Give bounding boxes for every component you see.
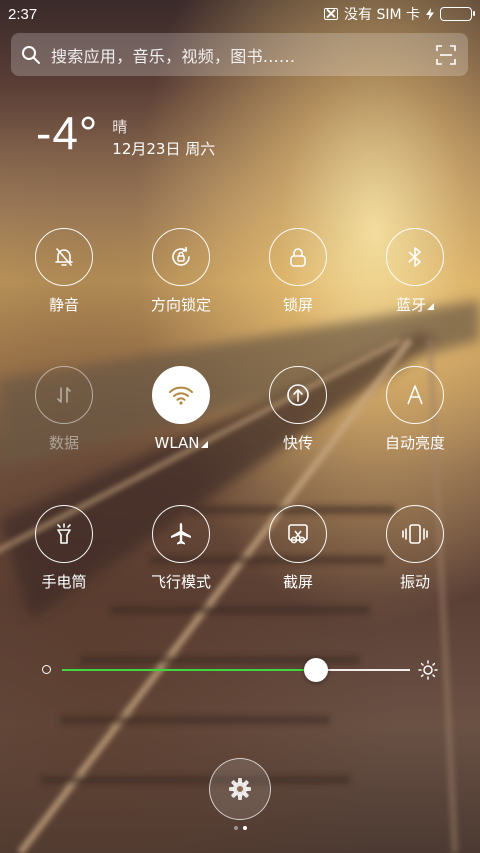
- page-indicator: [0, 826, 480, 830]
- toggle-label: 飞行模式: [150, 573, 211, 591]
- toggle-auto-brightness[interactable]: 自动亮度: [360, 366, 470, 453]
- toggle-label: 锁屏: [282, 296, 313, 314]
- brightness-slider[interactable]: [40, 655, 440, 685]
- toggle-rotation-lock-button[interactable]: [152, 228, 210, 286]
- toggle-bluetooth-button[interactable]: [386, 228, 444, 286]
- wifi-icon: [169, 386, 193, 405]
- toggle-mobile-data-button[interactable]: [35, 366, 93, 424]
- toggle-label: 蓝牙: [360, 295, 470, 315]
- toggle-silent-button[interactable]: [35, 228, 93, 286]
- weather-date: 12月23日 周六: [112, 140, 216, 158]
- brightness-fill: [62, 669, 317, 671]
- toggle-vibrate[interactable]: 振动: [360, 505, 470, 592]
- toggle-label: 方向锁定: [150, 296, 211, 314]
- menu-triangle-icon: [200, 441, 208, 448]
- toggle-label: 手电筒: [41, 573, 87, 591]
- status-bar: 2:37 没有 SIM 卡: [0, 0, 480, 28]
- toggle-vibrate-button[interactable]: [386, 505, 444, 563]
- toggle-wlan[interactable]: WLAN: [126, 366, 236, 453]
- brightness-low-icon: [42, 665, 51, 674]
- toggle-mobile-data[interactable]: 数据: [9, 366, 119, 453]
- toggle-rotation-lock[interactable]: 方向锁定: [126, 228, 236, 315]
- toggle-label: 自动亮度: [384, 434, 445, 452]
- toggle-auto-brightness-button[interactable]: [386, 366, 444, 424]
- brightness-thumb[interactable]: [304, 658, 329, 682]
- settings-button[interactable]: [209, 758, 271, 820]
- toggle-flashlight-button[interactable]: [35, 505, 93, 563]
- toggle-screenshot[interactable]: 截屏: [243, 505, 353, 592]
- temperature: -4°: [36, 107, 99, 159]
- toggle-label: WLAN: [126, 433, 236, 453]
- bell-off-icon: [55, 248, 73, 266]
- screenshot-icon: [288, 524, 308, 544]
- weather-widget[interactable]: -4° 晴 12月23日 周六: [36, 110, 215, 160]
- weather-condition: 晴: [112, 118, 128, 136]
- menu-triangle-icon: [427, 303, 434, 310]
- toggle-label: 数据: [48, 434, 79, 452]
- toggle-airplane[interactable]: 飞行模式: [126, 505, 236, 592]
- toggle-lock-screen-button[interactable]: [269, 228, 327, 286]
- page-dot-active: [242, 826, 247, 830]
- auto-brightness-icon: [407, 385, 423, 405]
- charging-bolt-icon: [426, 8, 434, 20]
- toggle-lock-screen[interactable]: 锁屏: [243, 228, 353, 315]
- vibrate-icon: [402, 524, 428, 544]
- page-dot: [233, 826, 238, 830]
- mobile-data-icon: [57, 387, 71, 403]
- flashlight-icon: [57, 523, 71, 544]
- toggle-airplane-button[interactable]: [152, 505, 210, 563]
- gear-icon: [229, 778, 251, 800]
- status-time: 2:37: [8, 5, 38, 23]
- scan-icon[interactable]: [436, 44, 456, 65]
- toggle-wlan-button[interactable]: [152, 366, 210, 424]
- rotation-lock-icon: [172, 246, 190, 266]
- airplane-icon: [171, 523, 191, 545]
- search-icon: [22, 45, 40, 64]
- toggle-label: 快传: [282, 434, 313, 452]
- toggle-quick-transfer-button[interactable]: [269, 366, 327, 424]
- quick-transfer-icon: [287, 384, 309, 406]
- toggle-label: 振动: [399, 573, 430, 591]
- battery-icon: [440, 7, 475, 21]
- brightness-high-icon: [418, 660, 438, 680]
- toggle-label: 截屏: [282, 573, 313, 591]
- status-indicators: 没有 SIM 卡: [324, 4, 475, 24]
- toggle-label: 静音: [48, 296, 79, 314]
- bluetooth-icon: [408, 247, 421, 267]
- toggle-flashlight[interactable]: 手电筒: [9, 505, 119, 592]
- toggle-quick-transfer[interactable]: 快传: [243, 366, 353, 453]
- lock-icon: [290, 248, 306, 267]
- toggle-screenshot-button[interactable]: [269, 505, 327, 563]
- sim-status-text: 没有 SIM 卡: [344, 7, 420, 23]
- search-bar[interactable]: 搜索应用，音乐，视频，图书......: [11, 33, 468, 76]
- toggle-bluetooth[interactable]: 蓝牙: [360, 228, 470, 315]
- search-input[interactable]: 搜索应用，音乐，视频，图书......: [51, 43, 295, 67]
- toggle-silent[interactable]: 静音: [9, 228, 119, 315]
- no-sim-icon: [324, 8, 338, 20]
